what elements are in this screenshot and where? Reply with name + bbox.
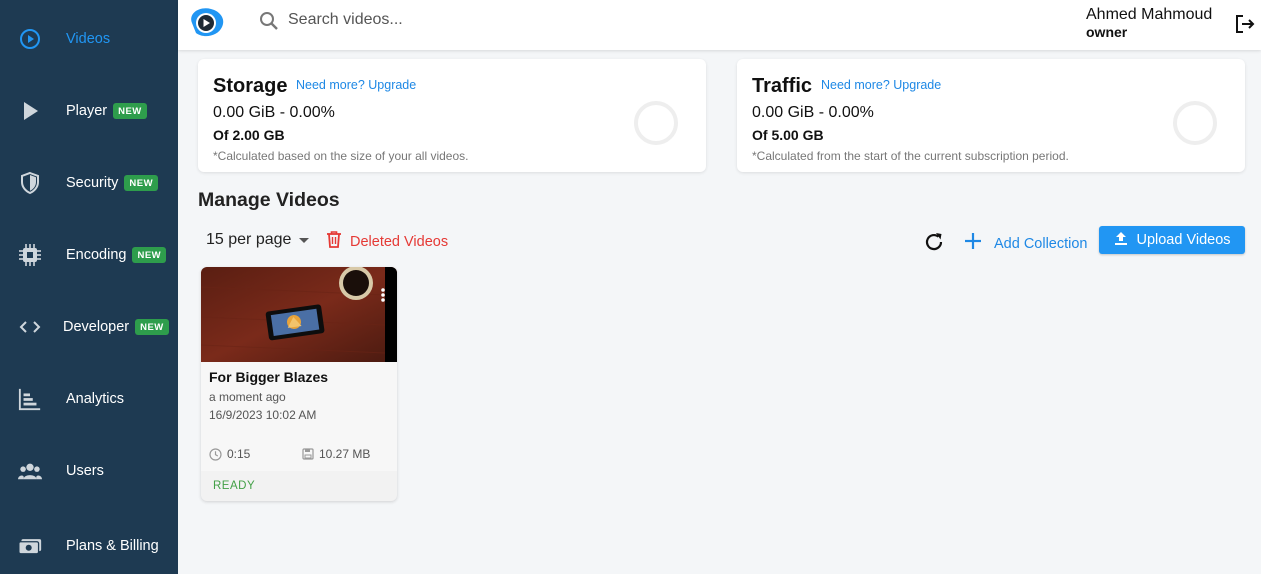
money-icon	[18, 534, 42, 558]
traffic-card: Traffic Need more? Upgrade 0.00 GiB - 0.…	[737, 59, 1245, 172]
video-duration: 0:15	[209, 447, 250, 461]
save-icon	[302, 448, 314, 460]
users-icon	[18, 459, 42, 483]
play-icon	[18, 99, 42, 123]
storage-progress-ring	[634, 101, 678, 145]
video-info: For Bigger Blazes a moment ago 16/9/2023…	[201, 362, 397, 471]
shield-icon	[18, 171, 42, 195]
new-badge: NEW	[132, 247, 167, 263]
upload-videos-label: Upload Videos	[1136, 232, 1231, 248]
sidebar-item-label: Videos	[66, 31, 111, 47]
add-collection-label: Add Collection	[994, 235, 1088, 252]
storage-usage: 0.00 GiB - 0.00%	[213, 104, 335, 121]
sidebar-item-player[interactable]: Player NEW	[0, 91, 178, 131]
sidebar-item-label: Player	[66, 103, 108, 119]
logout-icon[interactable]	[1234, 13, 1256, 35]
search-input[interactable]	[288, 8, 688, 32]
new-badge: NEW	[113, 103, 147, 119]
app-logo[interactable]	[186, 5, 226, 39]
sidebar: Videos Player NEW Security NEW Encoding NEW…	[0, 0, 178, 574]
user-role: owner	[1086, 24, 1128, 40]
video-age: a moment ago	[209, 390, 286, 404]
status-badge: READY	[213, 480, 256, 492]
sidebar-item-label: Developer	[63, 319, 130, 335]
video-title[interactable]: For Bigger Blazes	[209, 369, 328, 385]
video-size-value: 10.27 MB	[319, 447, 371, 461]
sidebar-item-security[interactable]: Security NEW	[0, 163, 178, 203]
clock-icon	[209, 447, 222, 461]
sidebar-item-label: Security	[66, 175, 119, 191]
play-circle-icon	[18, 27, 42, 51]
storage-upgrade-link[interactable]: Need more? Upgrade	[296, 78, 416, 92]
deleted-videos-label: Deleted Videos	[350, 233, 449, 250]
storage-total: Of 2.00 GB	[213, 127, 285, 143]
new-badge: NEW	[124, 175, 159, 191]
add-collection-button[interactable]: Add Collection	[962, 230, 1088, 257]
user-name: Ahmed Mahmoud	[1086, 6, 1213, 23]
sidebar-item-encoding[interactable]: Encoding NEW	[0, 235, 178, 275]
per-page-select[interactable]: 15 per page	[206, 231, 310, 249]
sidebar-item-label: Encoding	[66, 247, 127, 263]
code-icon	[18, 315, 42, 339]
sidebar-item-videos[interactable]: Videos	[0, 19, 178, 59]
plus-icon	[962, 230, 984, 257]
video-duration-value: 0:15	[227, 447, 251, 461]
manage-videos-title: Manage Videos	[198, 189, 340, 211]
caret-down-icon	[299, 237, 310, 243]
traffic-note: *Calculated from the start of the curren…	[752, 149, 1069, 163]
traffic-progress-ring	[1173, 101, 1217, 145]
video-card[interactable]: For Bigger Blazes a moment ago 16/9/2023…	[201, 267, 397, 501]
sidebar-item-users[interactable]: Users	[0, 451, 178, 491]
top-header: Ahmed Mahmoud owner	[178, 0, 1261, 50]
traffic-usage: 0.00 GiB - 0.00%	[752, 104, 874, 121]
per-page-value: 15 per page	[206, 231, 292, 248]
trash-icon	[326, 230, 342, 253]
refresh-icon[interactable]	[922, 230, 946, 254]
sidebar-item-label: Plans & Billing	[66, 538, 159, 554]
sidebar-item-label: Users	[66, 463, 104, 479]
video-thumbnail[interactable]	[201, 267, 397, 362]
video-size: 10.27 MB	[302, 447, 370, 461]
storage-note: *Calculated based on the size of your al…	[213, 149, 469, 163]
sidebar-item-plans-billing[interactable]: Plans & Billing	[0, 526, 178, 566]
upload-videos-button[interactable]: Upload Videos	[1099, 226, 1245, 254]
chip-icon	[18, 243, 42, 267]
storage-title: Storage	[213, 75, 288, 97]
deleted-videos-button[interactable]: Deleted Videos	[326, 230, 448, 253]
storage-card: Storage Need more? Upgrade 0.00 GiB - 0.…	[198, 59, 706, 172]
bar-chart-icon	[18, 387, 42, 411]
sidebar-item-developer[interactable]: Developer NEW	[0, 307, 178, 347]
search-icon	[258, 10, 280, 32]
video-date: 16/9/2023 10:02 AM	[209, 408, 317, 422]
new-badge: NEW	[135, 319, 169, 335]
traffic-total: Of 5.00 GB	[752, 127, 824, 143]
traffic-title: Traffic	[752, 75, 813, 97]
sidebar-item-analytics[interactable]: Analytics	[0, 379, 178, 419]
upload-icon	[1113, 230, 1129, 250]
more-vertical-icon[interactable]	[377, 287, 389, 303]
sidebar-item-label: Analytics	[66, 391, 125, 407]
traffic-upgrade-link[interactable]: Need more? Upgrade	[821, 78, 941, 92]
